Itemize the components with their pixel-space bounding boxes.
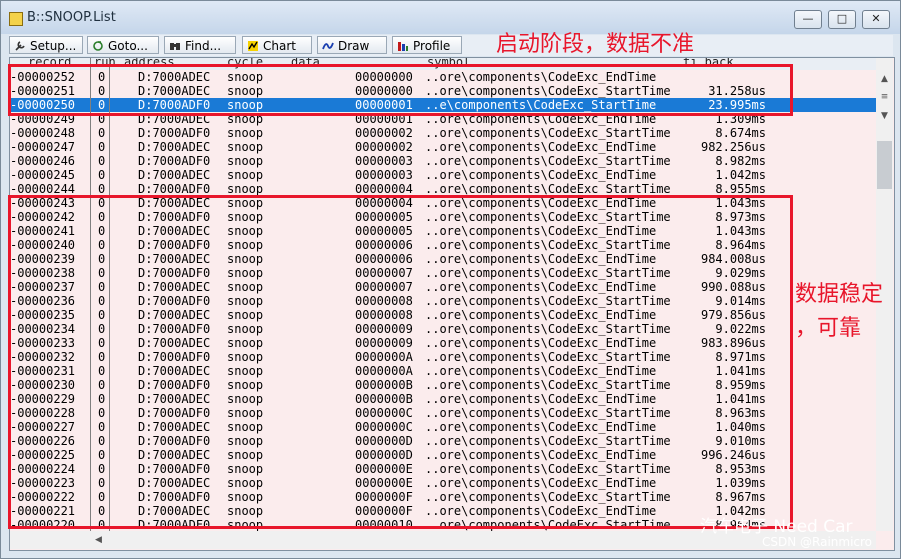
cell-ti-back: 982.256us xyxy=(700,140,766,154)
draw-label: Draw xyxy=(338,39,370,53)
cell-address: D:7000ADEC xyxy=(138,168,211,182)
wrench-icon xyxy=(15,41,25,51)
cell-symbol: ..ore\components\CodeExc_EndTime xyxy=(425,168,657,182)
startup-highlight-box xyxy=(8,64,793,116)
find-label: Find... xyxy=(185,39,222,53)
cell-record: -00000245 xyxy=(10,168,76,182)
stable-highlight-box xyxy=(8,195,793,529)
table-row[interactable]: -00000248 0 D:7000ADF0 snoop 00000002 ..ore\c… xyxy=(10,126,876,140)
cell-run: 0 xyxy=(98,154,106,168)
cell-record: -00000246 xyxy=(10,154,76,168)
scroll-up-icon[interactable]: ▲ xyxy=(876,72,893,87)
table-row[interactable]: -00000246 0 D:7000ADF0 snoop 00000003 ..ore\c… xyxy=(10,154,876,168)
cell-ti-back: 1.042ms xyxy=(715,168,766,182)
find-button[interactable]: Find... xyxy=(164,36,236,54)
stable-annotation-line1: 数据稳定 xyxy=(795,282,884,307)
scrollbar-thumb[interactable] xyxy=(877,141,892,189)
cell-cycle: snoop xyxy=(227,154,264,168)
cell-data: 00000002 xyxy=(355,140,413,154)
table-row[interactable]: -00000244 0 D:7000ADF0 snoop 00000004 ..ore\c… xyxy=(10,182,876,196)
cell-record: -00000247 xyxy=(10,140,76,154)
window-title: B::SNOOP.List xyxy=(27,10,116,25)
cell-cycle: snoop xyxy=(227,140,264,154)
chart-button[interactable]: Chart xyxy=(242,36,312,54)
startup-annotation: 启动阶段，数据不准 xyxy=(496,32,695,57)
cell-run: 0 xyxy=(98,168,106,182)
setup-button[interactable]: Setup... xyxy=(9,36,83,54)
profile-label: Profile xyxy=(413,39,451,53)
cell-data: 00000004 xyxy=(355,182,413,196)
draw-icon xyxy=(322,42,334,50)
toolbar: Setup... Goto... Find... Chart Draw Prof… xyxy=(9,35,893,56)
cell-run: 0 xyxy=(98,140,106,154)
chart-label: Chart xyxy=(263,39,296,53)
setup-label: Setup... xyxy=(30,39,77,53)
cell-record: -00000248 xyxy=(10,126,76,140)
cell-record: -00000244 xyxy=(10,182,76,196)
cell-symbol: ..ore\components\CodeExc_StartTime xyxy=(425,154,671,168)
binoculars-icon xyxy=(170,43,180,50)
profile-button[interactable]: Profile xyxy=(392,36,462,54)
cell-ti-back: 8.955ms xyxy=(715,182,766,196)
title-bar[interactable]: B::SNOOP.List — □ ✕ xyxy=(1,1,900,34)
cell-ti-back: 8.982ms xyxy=(715,154,766,168)
cell-run: 0 xyxy=(98,126,106,140)
stable-annotation-line2: ，可靠 xyxy=(795,316,862,341)
cell-cycle: snoop xyxy=(227,126,264,140)
chart-icon xyxy=(248,41,258,51)
cell-run: 0 xyxy=(98,182,106,196)
goto-button[interactable]: Goto... xyxy=(87,36,159,54)
draw-button[interactable]: Draw xyxy=(317,36,387,54)
cell-ti-back: 8.674ms xyxy=(715,126,766,140)
csdn-watermark: CSDN @Rainmicro xyxy=(762,535,873,549)
cell-data: 00000002 xyxy=(355,126,413,140)
close-button[interactable]: ✕ xyxy=(862,10,890,29)
minimize-button[interactable]: — xyxy=(794,10,822,29)
scroll-left-icon[interactable]: ◀ xyxy=(90,533,107,548)
cell-cycle: snoop xyxy=(227,182,264,196)
table-row[interactable]: -00000247 0 D:7000ADEC snoop 00000002 ..ore\c… xyxy=(10,140,876,154)
cell-data: 00000003 xyxy=(355,168,413,182)
cell-address: D:7000ADF0 xyxy=(138,126,211,140)
table-row[interactable]: -00000245 0 D:7000ADEC snoop 00000003 ..ore\c… xyxy=(10,168,876,182)
cell-symbol: ..ore\components\CodeExc_StartTime xyxy=(425,182,671,196)
scroll-down-icon[interactable]: ▼ xyxy=(876,109,893,124)
maximize-button[interactable]: □ xyxy=(828,10,856,29)
cell-address: D:7000ADF0 xyxy=(138,154,211,168)
cell-data: 00000003 xyxy=(355,154,413,168)
cell-address: D:7000ADF0 xyxy=(138,182,211,196)
profile-icon xyxy=(398,42,408,51)
cell-symbol: ..ore\components\CodeExc_EndTime xyxy=(425,140,657,154)
cell-cycle: snoop xyxy=(227,168,264,182)
scroll-page-icon[interactable]: ≡ xyxy=(876,90,893,105)
cell-address: D:7000ADEC xyxy=(138,140,211,154)
app-icon xyxy=(9,12,23,26)
goto-label: Goto... xyxy=(108,39,148,53)
goto-icon xyxy=(93,41,103,51)
wechat-watermark: 汽车电子 Need Car xyxy=(700,517,853,537)
cell-symbol: ..ore\components\CodeExc_StartTime xyxy=(425,126,671,140)
